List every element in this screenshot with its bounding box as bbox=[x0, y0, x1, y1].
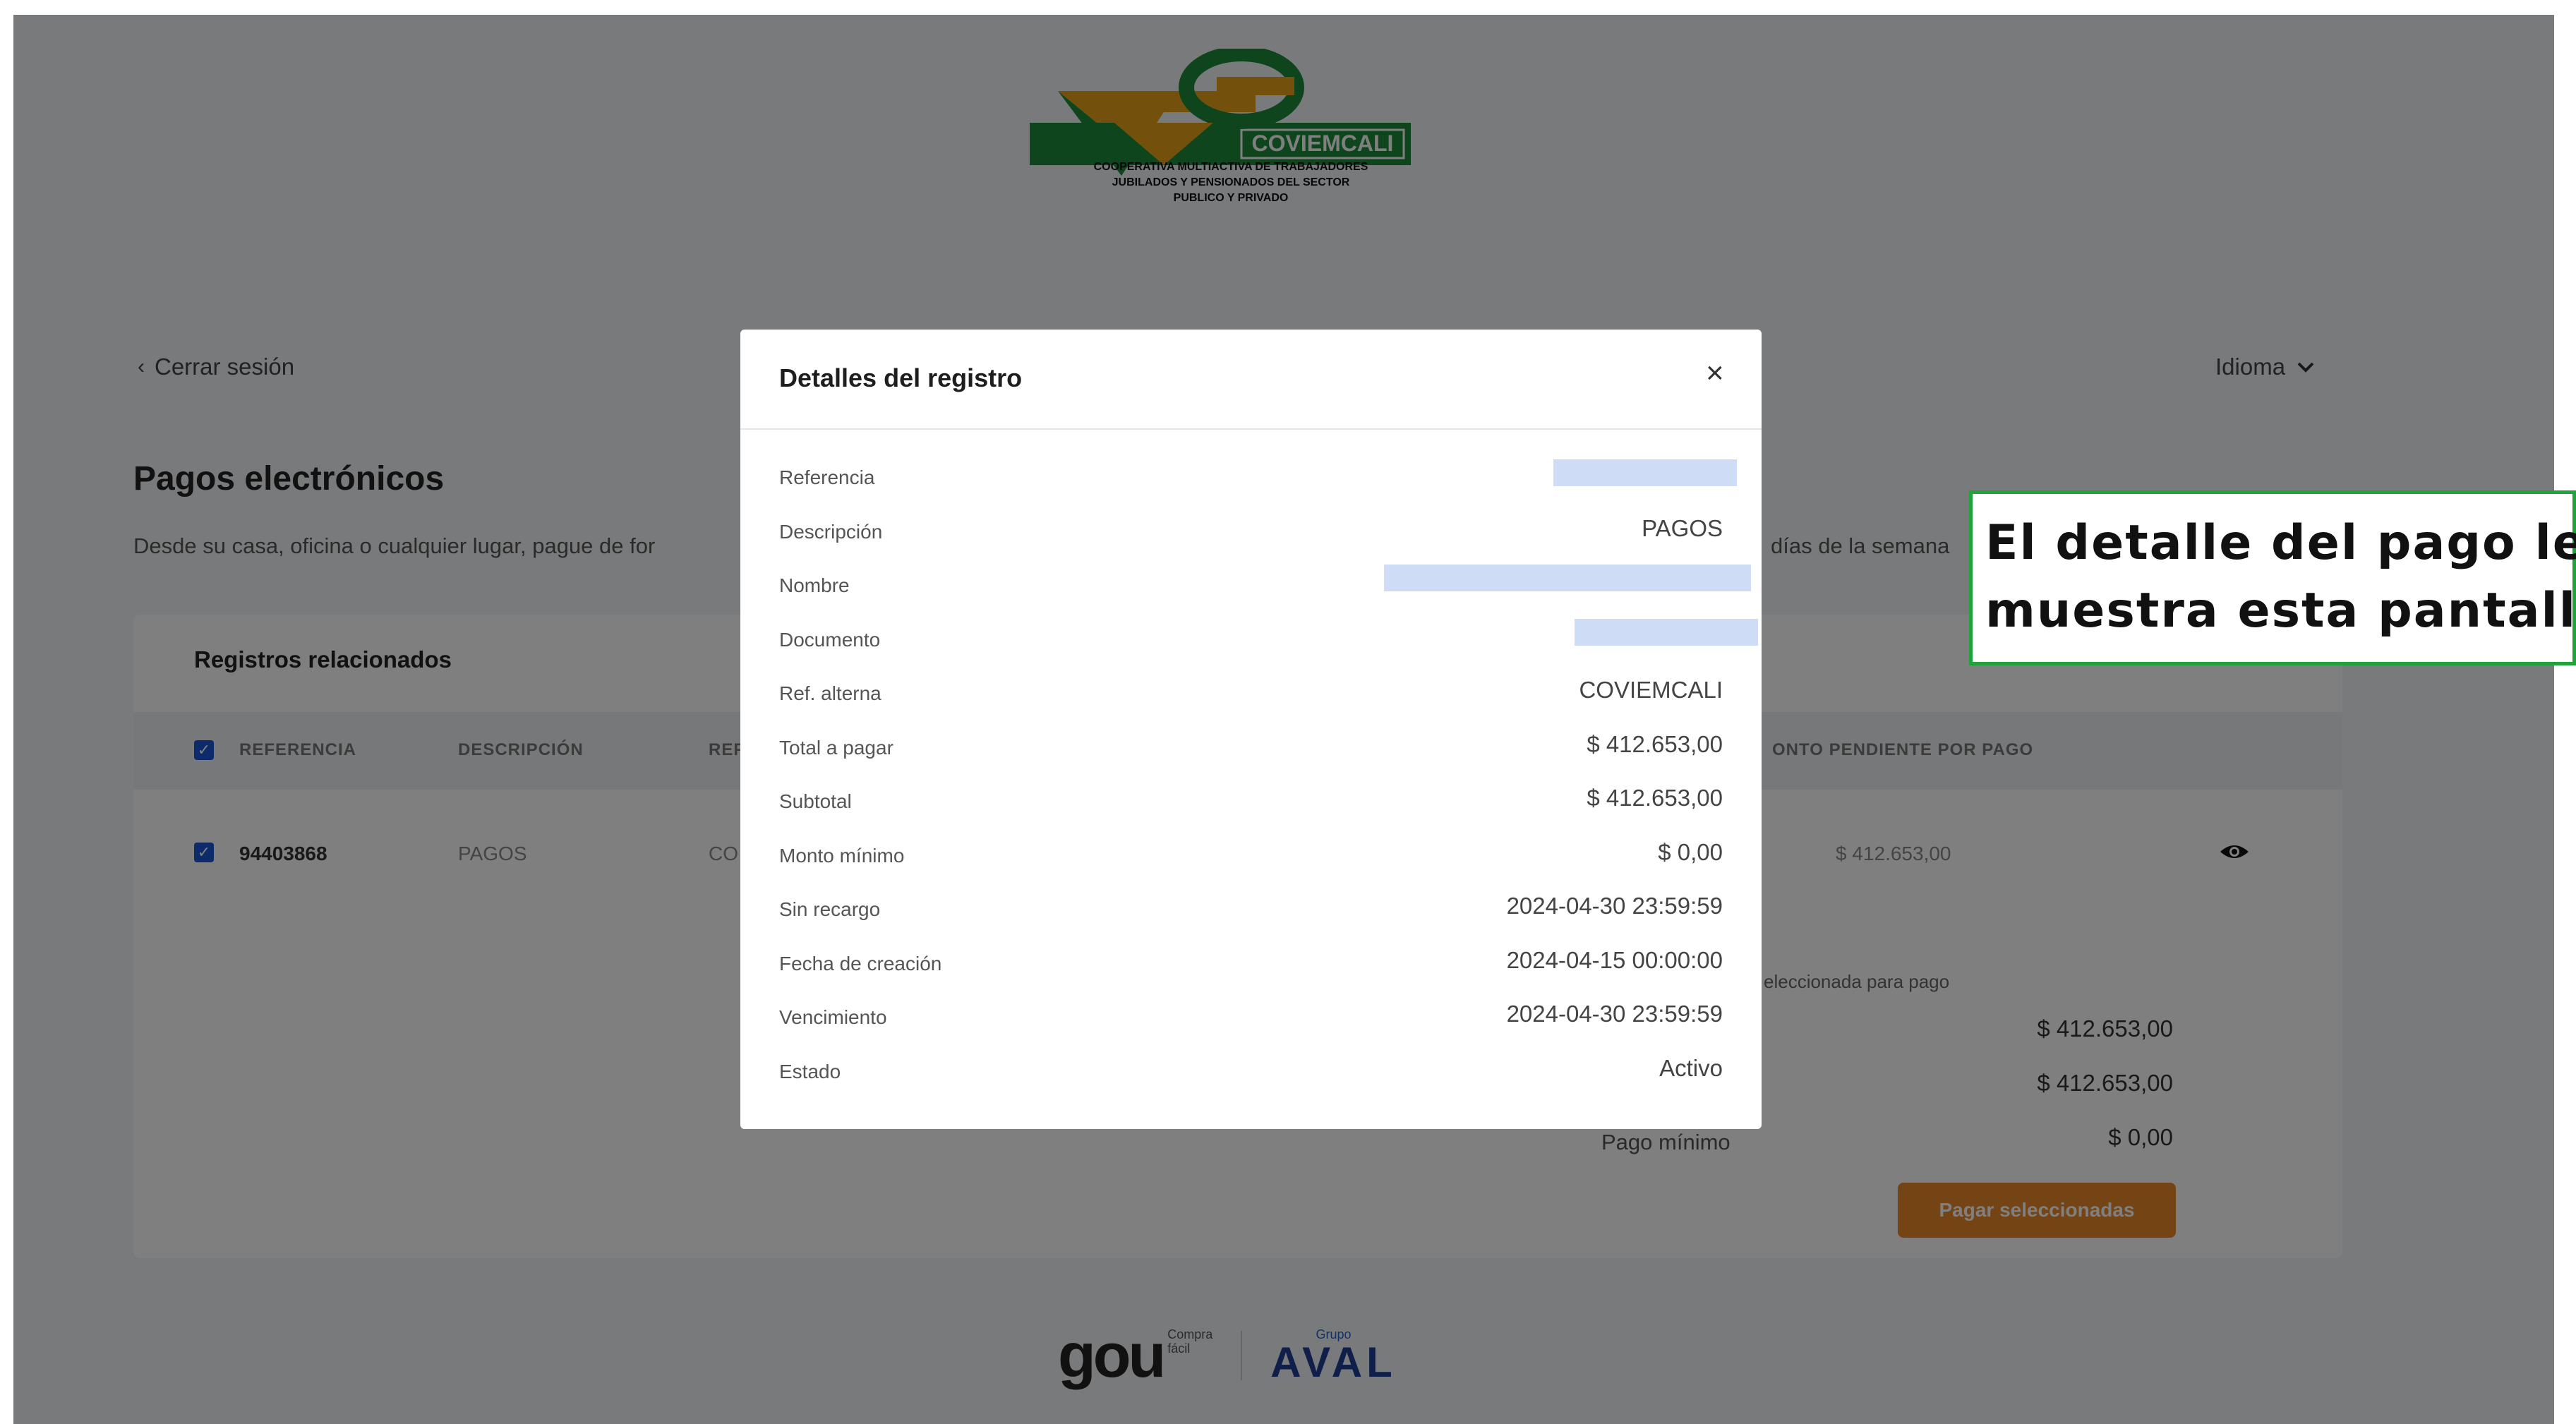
redacted-referencia bbox=[1553, 459, 1737, 486]
detail-value: $ 0,00 bbox=[1658, 838, 1723, 865]
modal-title: Detalles del registro bbox=[779, 363, 1023, 392]
detail-label: Ref. alterna bbox=[779, 682, 881, 704]
detail-label: Descripción bbox=[779, 520, 883, 543]
annotation-callout: El detalle del pago le muestra esta pant… bbox=[1969, 490, 2576, 665]
detail-row-monto-minimo: Monto mínimo $ 0,00 bbox=[779, 838, 1723, 896]
close-icon[interactable]: × bbox=[1706, 358, 1724, 389]
detail-label: Subtotal bbox=[779, 790, 852, 812]
detail-row-ref-alterna: Ref. alterna COVIEMCALI bbox=[779, 677, 1723, 734]
detail-label: Referencia bbox=[779, 466, 875, 488]
detail-value: PAGOS bbox=[1642, 514, 1723, 541]
detail-value: Activo bbox=[1659, 1054, 1723, 1081]
detail-value: $ 412.653,00 bbox=[1587, 785, 1723, 811]
detail-row-fecha-creacion: Fecha de creación 2024-04-15 00:00:00 bbox=[779, 946, 1723, 1004]
detail-value: $ 412.653,00 bbox=[1587, 730, 1723, 757]
detail-row-documento: Documento bbox=[779, 618, 1758, 680]
detail-label: Vencimiento bbox=[779, 1006, 887, 1028]
detail-row-sin-recargo: Sin recargo 2024-04-30 23:59:59 bbox=[779, 893, 1723, 950]
detail-value: 2024-04-30 23:59:59 bbox=[1506, 893, 1723, 919]
detail-row-subtotal: Subtotal $ 412.653,00 bbox=[779, 785, 1723, 842]
detail-label: Sin recargo bbox=[779, 898, 881, 920]
modal-header: Detalles del registro × bbox=[740, 330, 1762, 430]
detail-label: Fecha de creación bbox=[779, 952, 942, 975]
detail-label: Documento bbox=[779, 628, 881, 651]
detail-value: COVIEMCALI bbox=[1579, 677, 1723, 703]
annotation-line-1: El detalle del pago le bbox=[1985, 515, 2576, 571]
detail-row-total: Total a pagar $ 412.653,00 bbox=[779, 730, 1723, 788]
detail-row-estado: Estado Activo bbox=[779, 1054, 1723, 1112]
detail-row-vencimiento: Vencimiento 2024-04-30 23:59:59 bbox=[779, 1001, 1723, 1058]
detail-row-nombre: Nombre bbox=[779, 565, 1751, 626]
detail-value: 2024-04-30 23:59:59 bbox=[1506, 1001, 1723, 1027]
record-details-modal: Detalles del registro × Referencia Descr… bbox=[740, 330, 1762, 1129]
payment-page: COVIEMCALI COOPERATIVA MULTIACTIVA DE TR… bbox=[13, 15, 2554, 1424]
redacted-nombre bbox=[1384, 565, 1751, 591]
annotation-text: El detalle del pago le muestra esta pant… bbox=[1985, 509, 2576, 645]
detail-label: Total a pagar bbox=[779, 736, 893, 759]
detail-value: 2024-04-15 00:00:00 bbox=[1506, 946, 1723, 973]
detail-label: Estado bbox=[779, 1060, 841, 1082]
detail-label: Nombre bbox=[779, 574, 850, 596]
modal-body: Referencia Descripción PAGOS Nombre Docu… bbox=[779, 459, 1758, 1112]
detail-row-descripcion: Descripción PAGOS bbox=[779, 514, 1723, 572]
detail-row-referencia: Referencia bbox=[779, 459, 1737, 518]
detail-label: Monto mínimo bbox=[779, 844, 905, 867]
annotation-line-2: muestra esta pantalla bbox=[1985, 583, 2576, 639]
redacted-documento bbox=[1575, 618, 1758, 646]
